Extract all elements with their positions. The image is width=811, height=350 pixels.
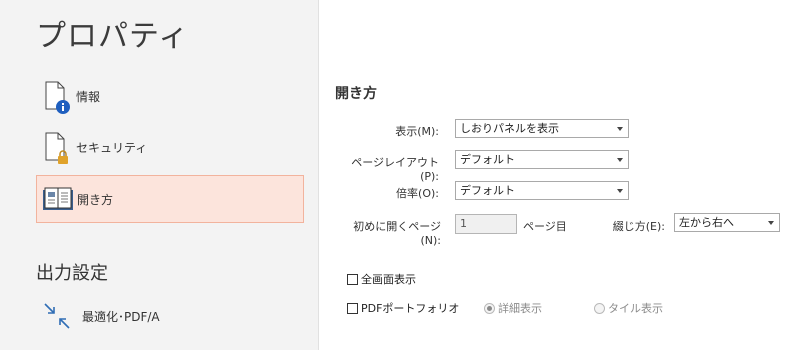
binding-dropdown[interactable]: 左から右へ	[674, 213, 780, 232]
zoom-label: 倍率(O):	[396, 187, 439, 200]
nav-item-label: 開き方	[77, 192, 114, 207]
radio-button-selected[interactable]	[484, 302, 495, 314]
chevron-down-icon	[617, 158, 623, 162]
checkbox-box[interactable]	[347, 273, 358, 285]
chevron-down-icon	[768, 221, 774, 225]
nav-item-info[interactable]: 情報	[36, 73, 304, 119]
fullscreen-label: 全画面表示	[361, 273, 416, 286]
detail-view-label: 詳細表示	[498, 302, 542, 315]
nav-item-label: 情報	[76, 89, 101, 104]
detail-view-radio[interactable]: 詳細表示	[484, 300, 542, 316]
left-navigation-pane: プロパティ 情報 セキュリティ 開き方 出力設定 最適化･PDF/A	[0, 0, 319, 350]
tile-view-radio[interactable]: タイル表示	[594, 300, 663, 316]
page-title: プロパティ	[36, 19, 190, 54]
section-title: 開き方	[335, 86, 377, 102]
display-value: しおりパネルを表示	[460, 122, 559, 135]
nav-item-label: セキュリティ	[76, 140, 148, 155]
pdf-portfolio-checkbox[interactable]: PDFポートフォリオ	[347, 300, 459, 316]
display-dropdown[interactable]: しおりパネルを表示	[455, 119, 629, 138]
document-lock-icon	[40, 130, 74, 164]
tile-view-label: タイル表示	[608, 302, 663, 315]
chevron-down-icon	[617, 189, 623, 193]
binding-label: 綴じ方(E):	[612, 220, 665, 233]
open-settings-panel: 開き方 表示(M): しおりパネルを表示 ページレイアウト(P): デフォルト …	[319, 0, 811, 350]
page-layout-value: デフォルト	[460, 153, 515, 166]
fullscreen-checkbox[interactable]: 全画面表示	[347, 271, 416, 287]
initial-page-input[interactable]: 1	[455, 214, 517, 234]
page-suffix: ページ目	[523, 220, 567, 233]
export-section-heading: 出力設定	[36, 263, 108, 284]
initial-page-label: 初めに開くページ(N):	[353, 220, 441, 247]
page-layout-dropdown[interactable]: デフォルト	[455, 150, 629, 169]
display-label: 表示(M):	[395, 125, 439, 138]
pdf-portfolio-label: PDFポートフォリオ	[361, 302, 460, 315]
zoom-value: デフォルト	[460, 184, 515, 197]
zoom-dropdown[interactable]: デフォルト	[455, 181, 629, 200]
chevron-down-icon	[617, 127, 623, 131]
compress-arrows-icon	[40, 299, 74, 333]
open-book-icon	[41, 182, 75, 216]
checkbox-box[interactable]	[347, 302, 358, 314]
radio-button[interactable]	[594, 302, 605, 314]
nav-item-optimize-pdfa[interactable]: 最適化･PDF/A	[36, 293, 304, 339]
page-layout-label: ページレイアウト(P):	[351, 156, 439, 183]
nav-item-label: 最適化･PDF/A	[82, 309, 160, 324]
binding-value: 左から右へ	[679, 216, 734, 229]
document-info-icon	[40, 79, 74, 114]
nav-item-security[interactable]: セキュリティ	[36, 124, 304, 170]
nav-item-open-settings[interactable]: 開き方	[36, 175, 304, 223]
